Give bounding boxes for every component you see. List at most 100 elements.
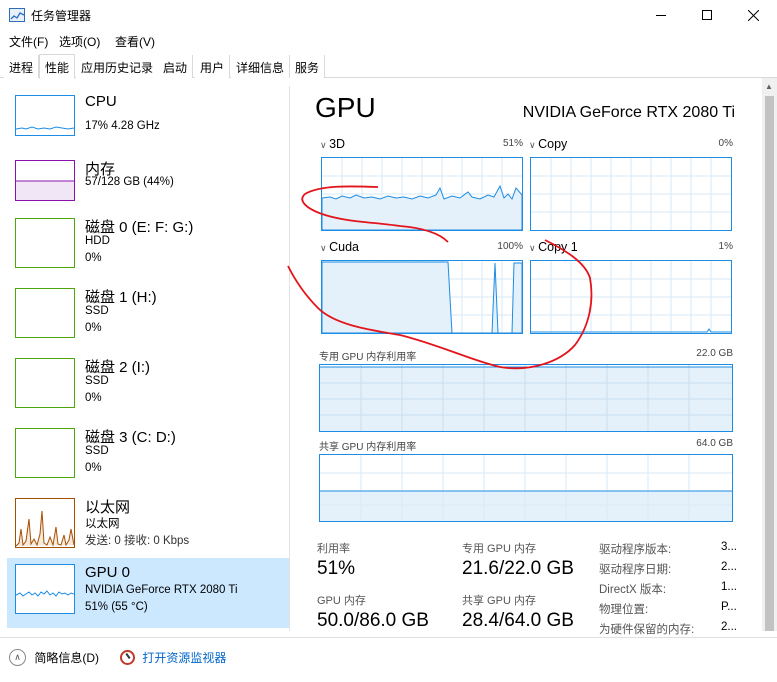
engine-selector-cuda[interactable]: ∨ Cuda [320, 240, 359, 254]
dedicated-gpu-memory-value: 21.6/22.0 GB [462, 558, 574, 579]
sidebar-item-throughput: 发送: 0 接收: 0 Kbps [85, 535, 190, 547]
menu-view[interactable]: 查看(V) [115, 33, 155, 50]
vertical-scrollbar[interactable]: ▲ [762, 78, 777, 631]
engine-percent: 100% [497, 241, 523, 252]
sidebar-item-ethernet[interactable]: 以太网 以太网 发送: 0 接收: 0 Kbps [7, 494, 289, 564]
scrollbar-thumb[interactable] [765, 96, 774, 631]
footer-bar: ∧ 简略信息(D) 打开资源监视器 [0, 637, 777, 682]
disk2-thumbnail-graph [15, 358, 75, 408]
sidebar-item-title: CPU [85, 93, 117, 110]
dedicated-memory-max: 22.0 GB [696, 348, 733, 359]
dedicated-memory-graph [319, 364, 733, 432]
close-icon [747, 9, 759, 21]
maximize-button[interactable] [684, 0, 730, 30]
utilization-value: 51% [317, 558, 356, 579]
tab-performance[interactable]: 性能 [39, 54, 76, 79]
sidebar-item-title: 以太网 [85, 499, 131, 516]
engine-name: Copy [538, 137, 568, 151]
menu-bar: 文件(F) 选项(O) 查看(V) [0, 30, 777, 52]
disk1-thumbnail-graph [15, 288, 75, 338]
engine-percent: 51% [502, 138, 523, 149]
sidebar-item-disk3[interactable]: 磁盘 3 (C: D:) SSD 0% [7, 424, 289, 494]
gpu-memory-label: GPU 内存 [317, 595, 366, 607]
gpu-thumbnail-graph [15, 564, 75, 614]
title-bar: 任务管理器 [0, 0, 777, 30]
chevron-down-icon: ∨ [529, 140, 539, 150]
sidebar-item-title: GPU 0 [85, 564, 131, 581]
info-label: 为硬件保留的内存: [599, 624, 695, 636]
sidebar-item-disk1[interactable]: 磁盘 1 (H:) SSD 0% [7, 284, 289, 354]
sidebar-item-model: NVIDIA GeForce RTX 2080 Ti [85, 584, 238, 596]
ethernet-thumbnail-graph [15, 498, 75, 548]
sidebar-item-disk0[interactable]: 磁盘 0 (E: F: G:) HDD 0% [7, 214, 289, 284]
engine-graph-cuda [321, 260, 523, 334]
sidebar-item-usage: 0% [85, 462, 102, 474]
chevron-up-icon: ∧ [9, 649, 26, 666]
sidebar-item-type: SSD [85, 305, 109, 317]
gpu-memory-value: 50.0/86.0 GB [317, 610, 429, 631]
gpu-model-name: NVIDIA GeForce RTX 2080 Ti [522, 104, 735, 121]
engine-graph-3d [321, 157, 523, 231]
info-label: 驱动程序日期: [599, 564, 672, 576]
tab-details[interactable]: 详细信息 [231, 55, 291, 78]
info-label: DirectX 版本: [599, 584, 667, 596]
sidebar-item-cpu[interactable]: CPU 17% 4.28 GHz [7, 91, 289, 161]
maximize-icon [702, 10, 712, 20]
minimize-icon [656, 14, 666, 16]
engine-selector-3d[interactable]: ∨ 3D [320, 137, 345, 151]
sidebar-item-adapter: 以太网 [85, 518, 120, 530]
menu-options[interactable]: 选项(O) [59, 33, 100, 50]
engine-selector-copy[interactable]: ∨ Copy [529, 137, 567, 151]
sidebar-item-disk2[interactable]: 磁盘 2 (I:) SSD 0% [7, 354, 289, 424]
sidebar-item-usage: 51% (55 °C) [85, 601, 148, 613]
gpu-detail-panel: GPU NVIDIA GeForce RTX 2080 Ti ∨ 3D 51% … [291, 86, 761, 636]
shared-memory-max: 64.0 GB [696, 438, 733, 449]
info-value: 3... [721, 541, 737, 553]
chevron-down-icon: ∨ [529, 243, 539, 253]
shared-memory-label: 共享 GPU 内存利用率 [319, 442, 417, 453]
engine-graph-copy1 [530, 260, 732, 334]
resource-monitor-label: 打开资源监视器 [142, 651, 227, 665]
resource-sidebar: CPU 17% 4.28 GHz 内存 57/128 GB (44%) 磁盘 0… [0, 86, 290, 631]
sidebar-item-gpu0[interactable]: GPU 0 NVIDIA GeForce RTX 2080 Ti 51% (55… [7, 558, 289, 628]
info-value: 2... [721, 561, 737, 573]
disk0-thumbnail-graph [15, 218, 75, 268]
info-value: 2... [721, 621, 737, 633]
task-manager-icon [9, 8, 25, 22]
shared-gpu-memory-value: 28.4/64.0 GB [462, 610, 574, 631]
shared-memory-graph [319, 454, 733, 522]
tab-processes[interactable]: 进程 [4, 55, 40, 78]
memory-thumbnail-graph [15, 160, 75, 201]
sidebar-item-title: 磁盘 0 (E: F: G:) [85, 219, 194, 236]
sidebar-item-detail: 17% 4.28 GHz [85, 120, 160, 132]
open-resource-monitor-link[interactable]: 打开资源监视器 [120, 649, 226, 666]
engine-percent: 1% [718, 241, 733, 252]
fewer-details-label: 简略信息(D) [34, 651, 100, 665]
tab-startup[interactable]: 启动 [158, 55, 194, 78]
engine-selector-copy1[interactable]: ∨ Copy 1 [529, 240, 578, 254]
shared-gpu-memory-label: 共享 GPU 内存 [462, 595, 536, 607]
fewer-details-button[interactable]: ∧ 简略信息(D) [9, 649, 99, 666]
dedicated-gpu-memory-label: 专用 GPU 内存 [462, 543, 536, 555]
dedicated-memory-label: 专用 GPU 内存利用率 [319, 352, 417, 363]
cpu-thumbnail-graph [15, 95, 75, 136]
info-label: 驱动程序版本: [599, 544, 672, 556]
sidebar-item-usage: 0% [85, 322, 102, 334]
sidebar-item-usage: 0% [85, 392, 102, 404]
sidebar-item-title: 磁盘 3 (C: D:) [85, 429, 176, 446]
sidebar-item-type: SSD [85, 375, 109, 387]
tab-app-history[interactable]: 应用历史记录 [76, 55, 160, 78]
close-button[interactable] [730, 0, 776, 30]
chevron-down-icon: ∨ [320, 140, 330, 150]
scroll-up-icon[interactable]: ▲ [765, 82, 773, 91]
info-value: 1... [721, 581, 737, 593]
tab-users[interactable]: 用户 [195, 55, 231, 78]
chevron-down-icon: ∨ [320, 243, 330, 253]
tab-services[interactable]: 服务 [290, 55, 326, 78]
engine-percent: 0% [718, 138, 733, 149]
info-value: P... [721, 601, 737, 613]
minimize-button[interactable] [638, 0, 684, 30]
sidebar-item-title: 磁盘 1 (H:) [85, 289, 157, 306]
menu-file[interactable]: 文件(F) [9, 33, 48, 50]
page-title: GPU [315, 92, 376, 123]
